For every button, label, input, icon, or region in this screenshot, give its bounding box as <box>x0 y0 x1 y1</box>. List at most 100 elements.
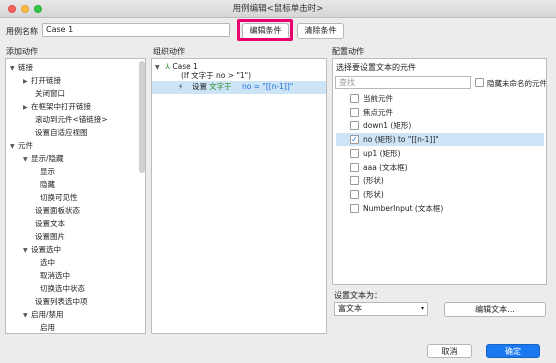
action-tree-label: 切换可见性 <box>40 193 78 202</box>
selected-action-row[interactable]: ⚡ 设置 文字于 no = "[[n-1]]" <box>152 81 326 94</box>
element-checkbox[interactable] <box>350 148 359 158</box>
element-row[interactable]: ✓ no (矩形) to "[[n-1]]" <box>336 133 544 147</box>
action-value: no = "[[n-1]]" <box>242 82 294 91</box>
expand-icon[interactable]: ▶ <box>23 76 31 88</box>
element-row[interactable]: down1 (矩形) <box>336 119 544 132</box>
hide-unnamed-checkbox[interactable] <box>475 78 484 87</box>
element-row[interactable]: 焦点元件 <box>336 106 544 119</box>
action-mid: 文字于 <box>209 82 232 91</box>
element-search-input[interactable]: 查找 <box>335 76 471 89</box>
element-checkbox[interactable] <box>350 203 359 213</box>
element-label: aaa (文本框) <box>363 162 408 172</box>
window-controls <box>8 5 42 13</box>
clear-condition-button[interactable]: 清除条件 <box>297 23 344 39</box>
window-title: 用例编辑<鼠标单击时> <box>232 4 324 14</box>
action-tree-item[interactable]: ▼ 启用/禁用 <box>23 309 64 321</box>
action-tree-label: 设置自适应视图 <box>35 128 88 137</box>
collapse-icon[interactable]: ▼ <box>23 245 31 257</box>
zoom-window-button[interactable] <box>34 5 42 13</box>
action-tree-label: 切换选中状态 <box>40 284 85 293</box>
element-row[interactable]: NumberInput (文本框) <box>336 202 544 215</box>
action-tree-label: 设置选中 <box>31 245 61 254</box>
element-row[interactable]: up1 (矩形) <box>336 147 544 160</box>
action-tree-label: 设置图片 <box>35 232 65 241</box>
action-tree-label: 滚动到元件<锚链接> <box>35 115 108 124</box>
close-window-button[interactable] <box>8 5 16 13</box>
hide-unnamed-label: 隐藏未命名的元件 <box>487 79 547 88</box>
action-tree-item[interactable]: 取消选中 <box>36 270 70 282</box>
title-bar: 用例编辑<鼠标单击时> <box>0 0 556 18</box>
element-label: NumberInput (文本框) <box>363 203 444 213</box>
ok-button[interactable]: 确定 <box>486 344 540 358</box>
action-tree-label: 启用 <box>40 323 55 332</box>
action-tree-item[interactable]: 显示 <box>36 166 55 178</box>
element-row[interactable]: aaa (文本框) <box>336 161 544 174</box>
case-name-label: 用例名称 <box>6 27 38 36</box>
action-tree-item[interactable]: ▼ 显示/隐藏 <box>23 153 64 165</box>
expand-icon[interactable]: ▶ <box>23 102 31 114</box>
action-tree-label: 元件 <box>18 141 33 150</box>
check-icon[interactable]: ✓ <box>350 135 359 145</box>
element-checkbox[interactable] <box>350 189 359 199</box>
action-tree-item[interactable]: ▼ 链接 <box>10 62 33 74</box>
minimize-window-button[interactable] <box>21 5 29 13</box>
action-tree-item[interactable]: 设置文本 <box>23 218 65 230</box>
element-label: no (矩形) to "[[n-1]]" <box>363 135 439 145</box>
action-tree-label: 设置列表选中项 <box>35 297 88 306</box>
element-label: up1 (矩形) <box>363 148 401 158</box>
action-tree-item[interactable]: ▶ 在框架中打开链接 <box>23 101 91 113</box>
highlight-annotation <box>237 19 293 41</box>
action-prefix: 设置 <box>192 82 207 91</box>
organize-action-panel: ▼ ⅄ Case 1 (If 文字于 no > "1") ⚡ 设置 文字于 no… <box>151 58 327 334</box>
case-icon: ⅄ <box>165 62 170 71</box>
action-tree-item[interactable]: 关闭窗口 <box>23 88 65 100</box>
edit-text-button[interactable]: 编辑文本... <box>444 302 546 317</box>
collapse-icon[interactable]: ▼ <box>10 63 18 75</box>
action-tree-item[interactable]: 滚动到元件<锚链接> <box>23 114 108 126</box>
action-tree-item[interactable]: 选中 <box>36 257 55 269</box>
cancel-button[interactable]: 取消 <box>427 344 472 358</box>
action-tree-label: 显示 <box>40 167 55 176</box>
element-checkbox[interactable] <box>350 94 359 103</box>
action-tree-item[interactable]: 切换选中状态 <box>36 283 85 295</box>
element-label: down1 (矩形) <box>363 121 412 131</box>
action-tree-item[interactable]: ▼ 设置选中 <box>23 244 61 256</box>
element-checkbox[interactable] <box>350 176 359 186</box>
element-row[interactable]: (形状) <box>336 188 544 201</box>
action-tree-item[interactable]: 启用 <box>36 322 55 333</box>
element-row[interactable]: 当前元件 <box>336 92 544 105</box>
element-checkbox[interactable] <box>350 107 359 117</box>
left-scrollbar[interactable] <box>139 61 145 173</box>
configure-action-title: 配置动作 <box>332 47 364 56</box>
element-select-subtitle: 选择要设置文本的元件 <box>336 63 416 72</box>
collapse-icon[interactable]: ▼ <box>23 154 31 166</box>
action-tree-label: 显示/隐藏 <box>31 154 64 163</box>
rich-text-select[interactable]: 富文本 ▾ <box>334 302 428 316</box>
element-label: (形状) <box>363 176 384 186</box>
element-label: 焦点元件 <box>363 107 393 117</box>
action-tree-item[interactable]: 设置面板状态 <box>23 205 80 217</box>
action-tree-item[interactable]: ▼ 元件 <box>10 140 33 152</box>
element-checkbox[interactable] <box>350 162 359 172</box>
action-tree-item[interactable]: ▶ 打开链接 <box>23 75 61 87</box>
rich-text-value: 富文本 <box>338 304 362 313</box>
action-tree-item[interactable]: 设置列表选中项 <box>23 296 88 308</box>
action-tree-label: 启用/禁用 <box>31 310 64 319</box>
action-tree-label: 在框架中打开链接 <box>31 102 91 111</box>
action-tree-label: 取消选中 <box>40 271 70 280</box>
collapse-icon[interactable]: ▼ <box>23 310 31 322</box>
element-row[interactable]: (形状) <box>336 174 544 187</box>
lightning-icon: ⚡ <box>178 82 184 91</box>
element-checkbox[interactable] <box>350 121 359 131</box>
case-name-input[interactable]: Case 1 <box>42 23 230 37</box>
action-tree-item[interactable]: 隐藏 <box>36 179 55 191</box>
set-text-label: 设置文本为： <box>334 291 382 300</box>
action-tree-item[interactable]: 切换可见性 <box>36 192 78 204</box>
collapse-icon[interactable]: ▼ <box>10 141 18 153</box>
action-tree-label: 隐藏 <box>40 180 55 189</box>
action-tree-item[interactable]: 设置图片 <box>23 231 65 243</box>
action-tree-item[interactable]: 设置自适应视图 <box>23 127 88 139</box>
collapse-icon[interactable]: ▼ <box>155 62 163 74</box>
add-action-title: 添加动作 <box>6 47 38 56</box>
action-tree-label: 设置文本 <box>35 219 65 228</box>
